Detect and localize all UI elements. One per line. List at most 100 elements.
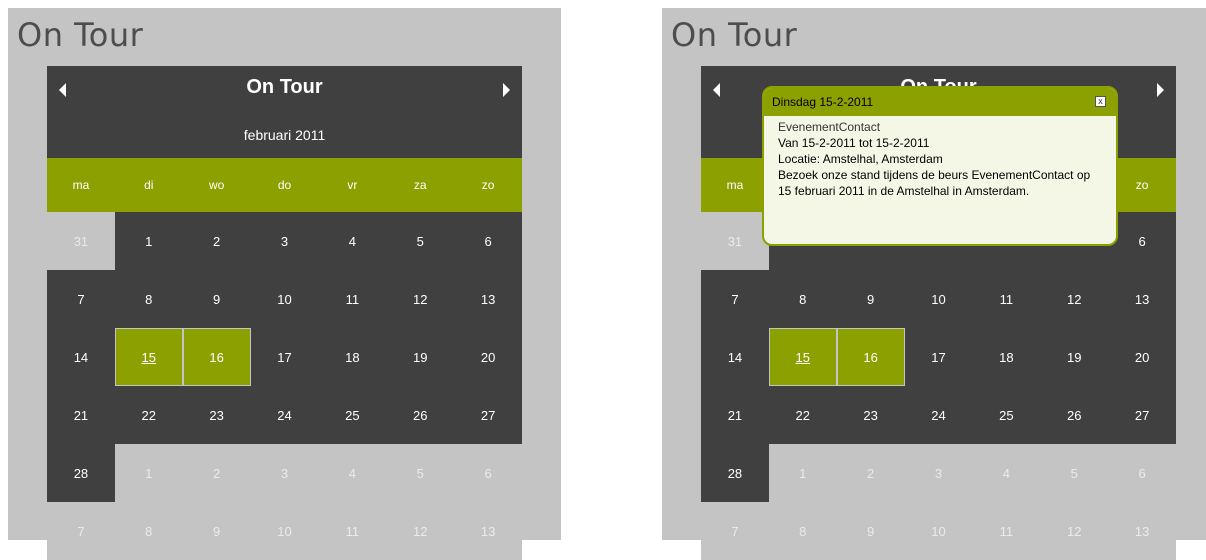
day-number: 4: [348, 233, 356, 249]
day-cell: 27: [1108, 386, 1177, 444]
day-number: 23: [863, 407, 878, 423]
weekday-label: do: [277, 178, 292, 192]
day-cell: 19: [386, 328, 455, 386]
day-number: 21: [73, 407, 89, 423]
day-number: 17: [931, 349, 946, 365]
day-cell: 13: [454, 270, 523, 328]
day-cell: 26: [1040, 386, 1109, 444]
calendar-widget-left: On Tour On Tour februari 2011 ma di wo d…: [8, 8, 561, 560]
day-number: 7: [77, 523, 85, 539]
day-number: 13: [1134, 291, 1150, 307]
event-day-cell[interactable]: 16: [836, 328, 905, 386]
calendar: On Tour februari 2011 ma di wo do vr za …: [47, 66, 523, 560]
day-number: 1: [145, 233, 153, 249]
day-cell: 7: [701, 270, 769, 328]
day-number: 1: [799, 465, 807, 481]
day-number: 7: [731, 291, 739, 307]
day-number: 26: [1066, 407, 1082, 423]
day-number: 14: [73, 349, 89, 365]
day-grid: 3112345678910111213141516171819202122232…: [47, 212, 523, 560]
day-cell: 23: [836, 386, 905, 444]
day-cell: 13: [1108, 502, 1177, 560]
weekday-label: di: [144, 178, 154, 192]
day-number: 6: [484, 233, 492, 249]
day-cell: 5: [386, 444, 455, 502]
day-cell: 7: [47, 270, 115, 328]
day-number: 23: [209, 407, 224, 423]
event-day-cell[interactable]: 16: [182, 328, 251, 386]
day-cell: 11: [972, 270, 1041, 328]
day-cell: 6: [454, 444, 523, 502]
day-number: 5: [416, 465, 424, 481]
day-number: 10: [277, 291, 292, 307]
widget-title: On Tour: [671, 16, 798, 54]
day-cell: 6: [1108, 444, 1177, 502]
day-cell: 7: [701, 502, 769, 560]
calendar-widget-right: On Tour On Tour februari 2011 ma di wo d…: [662, 8, 1206, 560]
day-number: 9: [867, 291, 875, 307]
day-cell: 4: [318, 212, 387, 270]
weekday-label: ma: [72, 178, 90, 192]
day-number: 25: [345, 407, 360, 423]
day-number: 27: [1134, 407, 1150, 423]
day-number: 8: [799, 523, 807, 539]
day-cell: 5: [386, 212, 455, 270]
day-number: 12: [412, 523, 428, 539]
day-cell: 18: [972, 328, 1041, 386]
day-number: 22: [141, 407, 157, 423]
weekday-label: zo: [1135, 178, 1149, 192]
day-number: 20: [480, 349, 496, 365]
day-number: 12: [412, 291, 428, 307]
close-icon[interactable]: x: [1095, 96, 1106, 107]
day-cell: 6: [1108, 212, 1177, 270]
day-cell: 9: [182, 502, 251, 560]
day-number: 9: [213, 291, 221, 307]
day-cell: 20: [454, 328, 523, 386]
day-cell: 11: [972, 502, 1041, 560]
day-number: 6: [1138, 465, 1146, 481]
day-cell: 22: [114, 386, 183, 444]
day-cell: 21: [701, 386, 769, 444]
day-cell: 10: [250, 502, 319, 560]
day-cell: 10: [904, 270, 973, 328]
event-location: Locatie: Amstelhal, Amsterdam: [778, 152, 943, 166]
next-month-arrow-icon[interactable]: [503, 83, 510, 97]
day-cell: 2: [836, 444, 905, 502]
day-number: 24: [931, 407, 946, 423]
day-cell: 22: [768, 386, 837, 444]
event-day-cell[interactable]: 15: [768, 328, 837, 386]
next-month-arrow-icon[interactable]: [1157, 83, 1164, 97]
day-cell: 13: [454, 502, 523, 560]
day-number: 16: [863, 349, 878, 365]
day-number: 5: [1070, 465, 1078, 481]
day-number: 3: [280, 465, 289, 481]
day-number: 10: [931, 523, 946, 539]
day-number: 21: [727, 407, 743, 423]
day-cell: 25: [318, 386, 387, 444]
day-number: 8: [799, 291, 807, 307]
day-number: 5: [416, 233, 424, 249]
day-cell: 5: [1040, 444, 1109, 502]
day-cell: 19: [1040, 328, 1109, 386]
day-number: 31: [727, 233, 743, 249]
event-day-cell[interactable]: 15: [114, 328, 183, 386]
weekday-label: ma: [726, 178, 744, 192]
day-cell: 25: [972, 386, 1041, 444]
day-number: 11: [999, 523, 1014, 539]
day-number: 2: [213, 465, 221, 481]
day-cell: 17: [904, 328, 973, 386]
day-number: 7: [731, 523, 739, 539]
day-cell: 31: [47, 212, 115, 270]
day-cell: 31: [701, 212, 769, 270]
day-number: 2: [213, 233, 221, 249]
day-cell: 18: [318, 328, 387, 386]
event-popup: Dinsdag 15-2-2011 x EvenementContact Van…: [762, 86, 1118, 246]
day-number: 18: [345, 349, 360, 365]
day-number: 12: [1066, 523, 1082, 539]
day-cell: 9: [836, 270, 905, 328]
day-number: 25: [999, 407, 1014, 423]
day-number: 24: [277, 407, 292, 423]
day-cell: 11: [318, 502, 387, 560]
day-number: 8: [145, 523, 153, 539]
weekday-label: za: [413, 178, 427, 192]
